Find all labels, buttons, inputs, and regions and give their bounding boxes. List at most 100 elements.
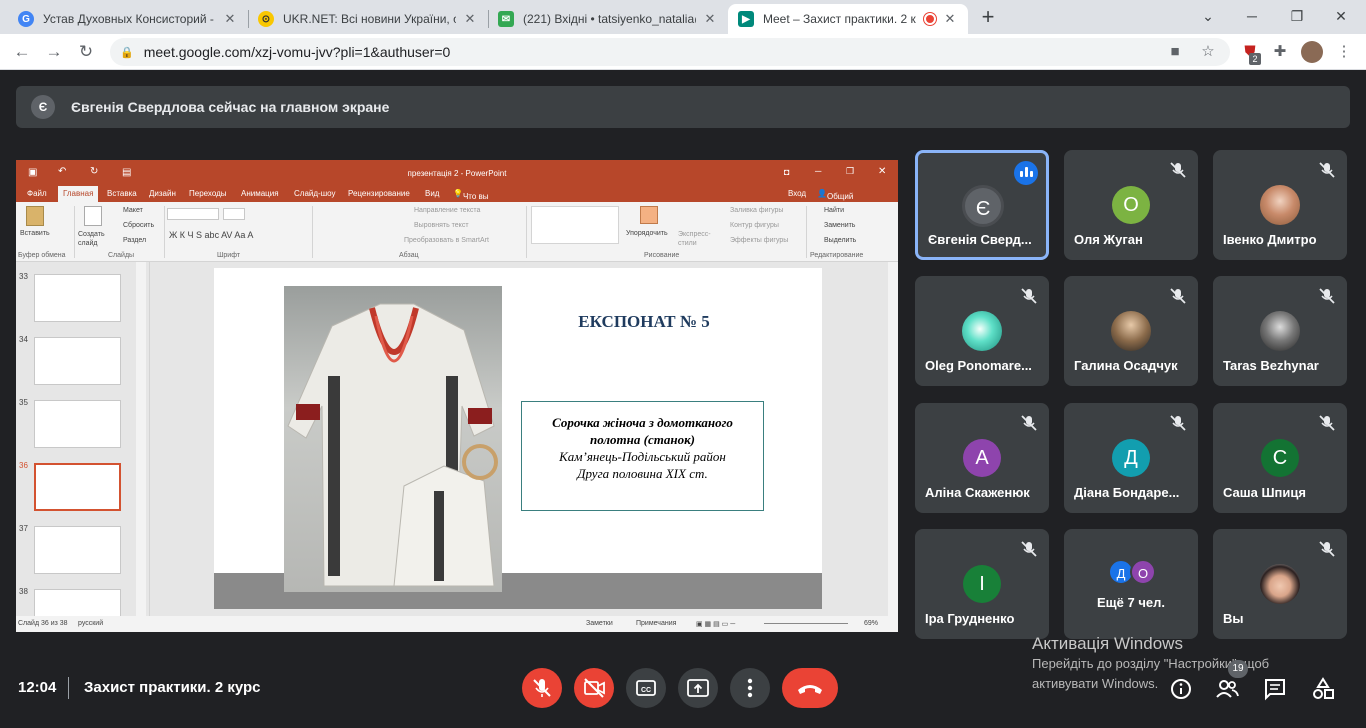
participant-name: Галина Осадчук [1074, 358, 1178, 373]
pp-align-text: Выровнять текст [414, 222, 469, 229]
bookmark-star-icon[interactable]: ☆ [1196, 40, 1220, 64]
participant-tile[interactable]: Івенко Дмитро [1213, 150, 1347, 260]
close-tab-icon[interactable]: ✕ [702, 11, 718, 27]
close-tab-icon[interactable]: ✕ [222, 11, 238, 27]
pp-tab: Рецензирование [348, 189, 410, 198]
tab-ustav[interactable]: G Устав Духовных Консисторий - ✕ [8, 4, 248, 34]
pp-shape-effects: Эффекты фигуры [730, 237, 789, 244]
pp-window-title: презентація 2 - PowerPoint [407, 169, 507, 178]
browser-tab-strip: G Устав Духовных Консисторий - ✕ ⊙ UKR.N… [0, 0, 1366, 34]
present-screen-button[interactable] [678, 668, 718, 708]
camera-toggle-button[interactable] [574, 668, 614, 708]
pp-select: Выделить [824, 237, 857, 244]
participant-tile[interactable]: А Аліна Скаженюк [915, 403, 1049, 513]
participant-avatar: І [963, 565, 1001, 603]
forward-arrow-icon[interactable]: → [42, 40, 66, 64]
address-bar[interactable]: 🔒 meet.google.com/xzj-vomu-jvv?pli=1&aut… [110, 38, 1230, 66]
hang-up-phone-icon [798, 685, 822, 694]
participant-tile[interactable]: І Іра Грудненко [915, 529, 1049, 639]
pp-tab: Анимация [241, 189, 279, 198]
embroidered-shirt-photo [284, 286, 502, 592]
close-tab-icon[interactable]: ✕ [462, 11, 478, 27]
thumb-number: 35 [19, 398, 28, 407]
tab-mail[interactable]: ✉ (221) Вхідні • tatsiyenko_natalia@ ✕ [488, 4, 728, 34]
participant-photo [1260, 185, 1300, 225]
pp-tab: Переходы [189, 189, 227, 198]
reload-icon[interactable]: ↻ [74, 40, 98, 64]
profile-avatar[interactable] [1300, 40, 1324, 64]
mic-off-icon [533, 679, 551, 697]
meet-camera-icon: ▶ [738, 11, 754, 27]
participant-name: Діана Бондаре... [1074, 485, 1180, 500]
extensions-puzzle-icon[interactable]: ✚ [1268, 40, 1292, 64]
mic-toggle-button[interactable] [522, 668, 562, 708]
more-participants-label: Ещё 7 чел. [1097, 595, 1165, 610]
leave-call-button[interactable] [782, 668, 838, 708]
slide-thumbnail [34, 526, 121, 574]
participant-tile[interactable]: Oleg Ponomare... [915, 276, 1049, 386]
camera-permission-icon[interactable]: ■ [1163, 40, 1187, 64]
self-tile[interactable]: Вы [1213, 529, 1347, 639]
people-icon[interactable] [1214, 676, 1240, 702]
presenting-text: Євгенія Свердлова сейчас на главном экра… [71, 99, 390, 115]
pp-group-font: Шрифт [217, 252, 241, 259]
participant-tile[interactable]: С Саша Шпиця [1213, 403, 1347, 513]
speaking-indicator-icon [1014, 161, 1038, 185]
pp-shape-outline: Контур фигуры [730, 222, 779, 229]
tab-title: Meet – Захист практики. 2 к [763, 12, 916, 26]
participant-tile[interactable]: Д Діана Бондаре... [1064, 403, 1198, 513]
pp-tab: Слайд-шоу [294, 189, 336, 198]
participant-avatar: Д [1112, 439, 1150, 477]
slide-title: ЕКСПОНАТ № 5 [578, 312, 710, 331]
participant-tile[interactable]: Taras Bezhynar [1213, 276, 1347, 386]
pp-group-editing: Редактирование [810, 252, 864, 259]
maximize-icon[interactable]: ❐ [1282, 4, 1312, 28]
more-options-button[interactable] [730, 668, 770, 708]
browser-menu-icon[interactable]: ⋮ [1332, 40, 1356, 64]
pp-close-icon: ✕ [878, 166, 887, 177]
close-tab-icon[interactable]: ✕ [942, 11, 958, 27]
tab-meet[interactable]: ▶ Meet – Захист практики. 2 к ✕ [728, 4, 968, 34]
tab-search-icon[interactable]: ⌄ [1193, 4, 1223, 28]
pp-shape-fill: Заливка фигуры [730, 207, 784, 214]
google-g-icon: G [18, 11, 34, 27]
mic-off-icon [1021, 288, 1037, 304]
pp-ribbon-tabs: Файл Главная Вставка Дизайн Переходы Ани… [16, 186, 898, 219]
pp-create-slide-label: Создать слайд [78, 231, 105, 247]
participant-name: Oleg Ponomare... [925, 358, 1032, 373]
minimize-icon[interactable]: ─ [1237, 4, 1267, 28]
participant-tile[interactable]: О Оля Жуган [1064, 150, 1198, 260]
tab-ukrnet[interactable]: ⊙ UKR.NET: Всі новини України, ос ✕ [248, 4, 488, 34]
more-participants-tile[interactable]: Д О Ещё 7 чел. [1064, 529, 1198, 639]
pp-tab-home: Главная [58, 186, 99, 202]
slide-thumbnail [34, 274, 121, 322]
self-photo [1260, 564, 1300, 604]
slide-thumbnail [34, 337, 121, 385]
captions-icon: CC [636, 680, 656, 696]
meeting-details-icon[interactable] [1168, 676, 1194, 702]
activities-icon[interactable] [1310, 676, 1336, 702]
pp-comments: Примечания [636, 620, 677, 627]
new-tab-button[interactable]: + [976, 6, 1000, 30]
camera-off-icon [584, 678, 605, 698]
participant-tile[interactable]: Галина Осадчук [1064, 276, 1198, 386]
url-text: meet.google.com/xzj-vomu-jvv?pli=1&authu… [143, 44, 451, 60]
pp-arrange: Упорядочить [626, 230, 668, 237]
pp-group-slides: Слайды [108, 252, 135, 259]
pp-separator [312, 206, 313, 258]
pp-reset: Сбросить [123, 222, 155, 229]
pp-title-bar: ▣ ↶ ↻ ▤ презентація 2 - PowerPoint ◘ ─ ❐… [16, 160, 898, 186]
chat-icon[interactable] [1262, 676, 1288, 702]
participant-tile[interactable]: Є Євгенія Сверд... [915, 150, 1049, 260]
mic-off-icon [1319, 288, 1335, 304]
participant-name: Іра Грудненко [925, 611, 1015, 626]
mail-envelope-icon: ✉ [498, 11, 514, 27]
pp-status-bar: Слайд 36 из 38 русский Заметки Примечани… [16, 616, 898, 632]
back-arrow-icon[interactable]: ← [10, 40, 34, 64]
activation-heading: Активація Windows [1032, 634, 1183, 653]
participant-avatar: С [1261, 439, 1299, 477]
close-window-icon[interactable]: ✕ [1326, 4, 1356, 28]
mic-off-icon [1170, 162, 1186, 178]
captions-button[interactable]: CC [626, 668, 666, 708]
pp-size-box [223, 208, 245, 220]
